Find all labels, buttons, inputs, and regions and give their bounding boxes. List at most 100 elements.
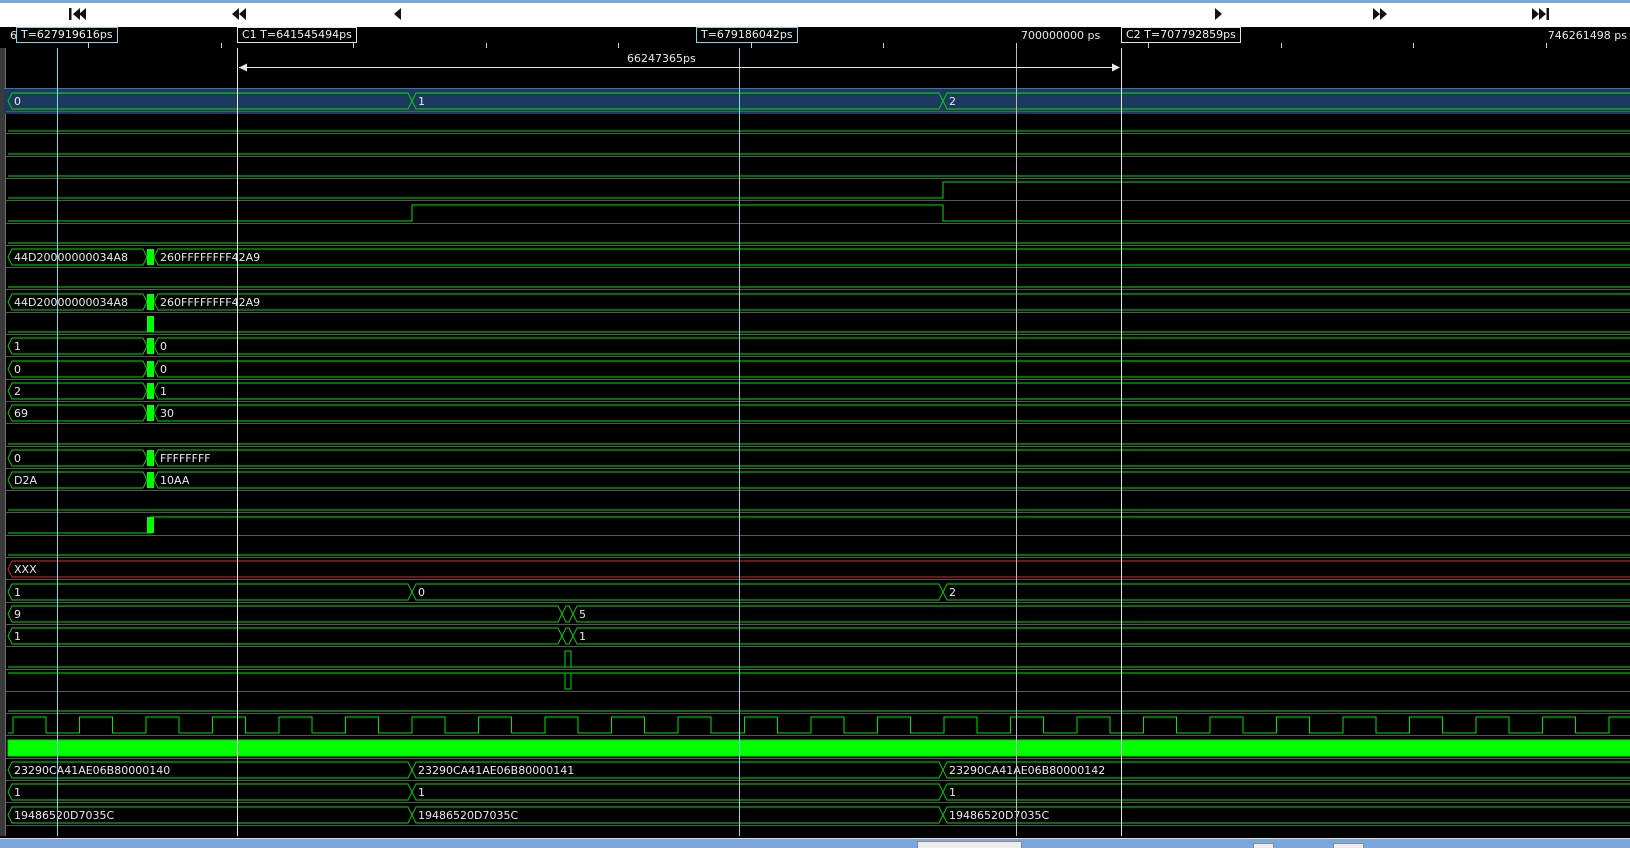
bus-value-label: 2: [949, 586, 956, 599]
bus-value-label: 0: [160, 363, 167, 376]
waveform-canvas[interactable]: 0 1 2 44D20000000034A8 260FFFFFFFF42A9 44D200…: [0, 48, 1630, 836]
wave-row[interactable]: [0, 358, 1630, 380]
wave-row[interactable]: [0, 112, 1630, 134]
skip-to-end-icon: [1530, 7, 1552, 23]
marker-line-C1[interactable]: [237, 48, 238, 836]
wave-row[interactable]: [0, 714, 1630, 736]
bus-value-label: 10AA: [160, 474, 189, 487]
wave-row[interactable]: [0, 224, 1630, 246]
row-separator: [6, 802, 1630, 803]
wave-row[interactable]: [0, 425, 1630, 447]
marker-box-T-left[interactable]: T=627919616ps: [16, 27, 118, 43]
bus-value-label: 1: [14, 630, 21, 643]
wave-row[interactable]: [0, 268, 1630, 290]
skip-to-end-button[interactable]: [1530, 7, 1552, 23]
wave-row[interactable]: [0, 804, 1630, 826]
wave-row[interactable]: [0, 157, 1630, 179]
row-separator: [6, 133, 1630, 134]
bus-value-label: 1: [14, 340, 21, 353]
marker-span-label: 66247365ps: [627, 52, 696, 65]
marker-box-C2[interactable]: C2 T=707792859ps: [1121, 27, 1241, 43]
fast-rewind-icon: [230, 7, 252, 23]
row-separator: [6, 646, 1630, 647]
wave-row[interactable]: [0, 90, 1630, 112]
bus-value-label: 19486520D7035C: [949, 809, 1049, 822]
bus-value-label: 260FFFFFFFF42A9: [160, 251, 260, 264]
bus-value-label: 0: [418, 586, 425, 599]
wave-row[interactable]: [0, 179, 1630, 201]
wave-row[interactable]: [0, 202, 1630, 224]
bus-value-label: 44D20000000034A8: [14, 296, 128, 309]
bus-value-label: 44D20000000034A8: [14, 251, 128, 264]
timeline-mid-timestamp: 700000000 ps: [1021, 29, 1100, 42]
bus-value-label: 260FFFFFFFF42A9: [160, 296, 260, 309]
step-back-button[interactable]: [388, 7, 410, 23]
fast-forward-button[interactable]: [1370, 7, 1392, 23]
arrowhead-icon: [239, 63, 247, 72]
bus-value-label: 1: [579, 630, 586, 643]
wave-row[interactable]: [0, 402, 1630, 424]
wave-viewer-window: 6 700000000 ps 746261498 ps T=627919616p…: [0, 0, 1630, 848]
step-back-icon: [388, 7, 410, 23]
row-separator: [6, 289, 1630, 290]
timeline-panel[interactable]: 6 700000000 ps 746261498 ps T=627919616p…: [0, 27, 1630, 48]
step-forward-icon: [1208, 7, 1230, 23]
wave-row[interactable]: [0, 692, 1630, 714]
bus-value-label: 1: [418, 786, 425, 799]
fast-forward-icon: [1370, 7, 1392, 23]
bus-value-label: 0: [160, 340, 167, 353]
wave-row[interactable]: [0, 491, 1630, 513]
marker-box-T[interactable]: T=679186042ps: [696, 27, 798, 43]
skip-to-start-icon: [68, 7, 90, 23]
bus-value-label: 0: [14, 363, 21, 376]
clipped-bottom-widget: [1333, 843, 1364, 848]
marker-line-T-left[interactable]: [57, 48, 58, 836]
row-separator: [6, 200, 1630, 201]
wave-row[interactable]: [0, 335, 1630, 357]
wave-row[interactable]: [0, 670, 1630, 692]
bus-value-label: 19486520D7035C: [418, 809, 518, 822]
wave-row[interactable]: [0, 737, 1630, 759]
skip-to-start-button[interactable]: [68, 7, 90, 23]
marker-box-C1[interactable]: C1 T=641545494ps: [237, 27, 357, 43]
bus-value-label: 1: [160, 385, 167, 398]
wave-row[interactable]: [0, 380, 1630, 402]
wave-row[interactable]: [0, 135, 1630, 157]
bus-value-label: 2: [949, 95, 956, 108]
step-forward-button[interactable]: [1208, 7, 1230, 23]
wave-row[interactable]: [0, 781, 1630, 803]
wave-row[interactable]: [0, 558, 1630, 580]
wave-row[interactable]: [0, 759, 1630, 781]
wave-row[interactable]: [0, 581, 1630, 603]
bus-value-label: 1: [949, 786, 956, 799]
wave-row[interactable]: [0, 536, 1630, 558]
row-separator: [6, 825, 1630, 826]
bus-value-label: 19486520D7035C: [14, 809, 114, 822]
bus-value-label: 23290CA41AE06B80000141: [418, 764, 574, 777]
bus-value-label: 1: [418, 95, 425, 108]
wave-row[interactable]: [0, 514, 1630, 536]
wave-row[interactable]: [0, 447, 1630, 469]
bus-value-label: 1: [14, 586, 21, 599]
marker-line-C2[interactable]: [1121, 48, 1122, 836]
bus-value-label: 0: [14, 452, 21, 465]
marker-line-T[interactable]: [739, 48, 740, 836]
timeline-right-timestamp: 746261498 ps: [1548, 29, 1627, 42]
row-separator: [6, 735, 1630, 736]
row-separator: [6, 356, 1630, 357]
bus-value-label: 2: [14, 385, 21, 398]
wave-row[interactable]: [0, 648, 1630, 670]
wave-row[interactable]: [0, 313, 1630, 335]
bus-value-label: FFFFFFFF: [160, 452, 211, 465]
time-gridline: [1016, 48, 1017, 836]
bus-value-label: 5: [579, 608, 586, 621]
arrowhead-icon: [1112, 63, 1120, 72]
bus-value-label: 1: [14, 786, 21, 799]
wave-row[interactable]: [0, 625, 1630, 647]
bus-value-label: 23290CA41AE06B80000142: [949, 764, 1105, 777]
bus-value-label: 23290CA41AE06B80000140: [14, 764, 170, 777]
wave-row[interactable]: [0, 469, 1630, 491]
fast-rewind-button[interactable]: [230, 7, 252, 23]
wave-row[interactable]: [0, 603, 1630, 625]
toolbar: [0, 3, 1630, 27]
